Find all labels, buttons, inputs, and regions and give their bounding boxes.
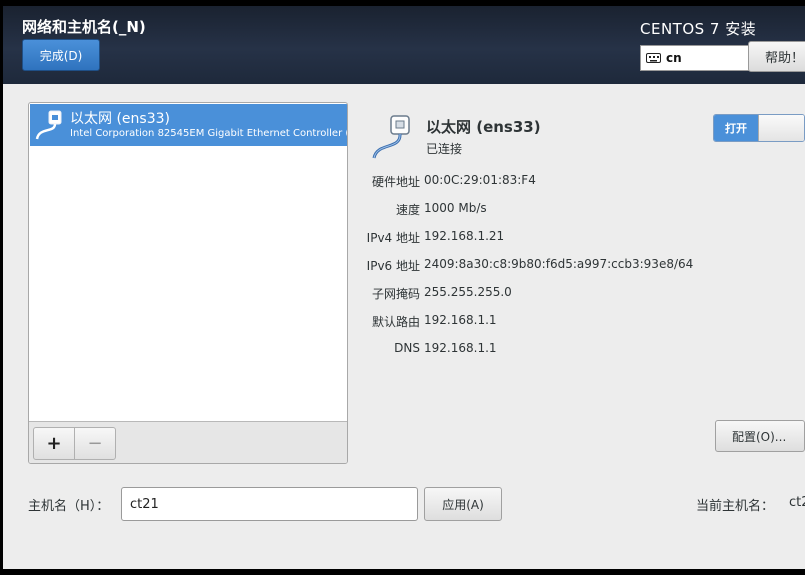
current-hostname-label: 当前主机名： (696, 499, 775, 514)
device-detail-name: 以太网 (ens33) (426, 118, 541, 136)
hostname-label: 主机名（H）： (28, 499, 110, 514)
property-label: IPv6 地址 (366, 259, 420, 273)
add-device-button[interactable]: + (33, 427, 75, 460)
toggle-on-label: 打开 (714, 115, 758, 141)
property-label: 硬件地址 (371, 175, 420, 189)
keyboard-layout-indicator[interactable]: cn (640, 45, 750, 71)
property-value: 1000 Mb/s (424, 201, 487, 215)
hostname-input[interactable] (121, 487, 418, 521)
property-value: 192.168.1.1 (424, 313, 497, 327)
product-title: CENTOS 7 安装 (640, 20, 757, 38)
device-list-toolbar: + − (29, 421, 347, 463)
property-value: 192.168.1.1 (424, 341, 497, 355)
property-value: 192.168.1.21 (424, 229, 505, 243)
remove-device-button[interactable]: − (74, 427, 116, 460)
network-hostname-window: 网络和主机名(_N) 完成(D) CENTOS 7 安装 cn 帮助！ 以太网 … (3, 6, 805, 569)
property-label: 默认路由 (371, 315, 420, 329)
ethernet-cable-icon (35, 109, 65, 146)
property-label: 子网掩码 (371, 287, 420, 301)
device-name: 以太网 (ens33) (70, 111, 170, 127)
property-value: 255.255.255.0 (424, 285, 512, 299)
device-list-item[interactable]: 以太网 (ens33) Intel Corporation 82545EM Gi… (30, 104, 347, 146)
property-label: 速度 (395, 203, 420, 217)
current-hostname-value: ct21 (789, 495, 805, 510)
toggle-knob[interactable] (758, 115, 804, 141)
keyboard-layout-label: cn (666, 51, 682, 65)
connection-toggle[interactable]: 打开 (713, 114, 805, 142)
property-value: 2409:8a30:c8:9b80:f6d5:a997:ccb3:93e8/64 (424, 257, 694, 271)
page-title: 网络和主机名(_N) (22, 18, 146, 36)
property-label: DNS (394, 341, 420, 355)
ethernet-cable-icon (371, 114, 423, 166)
device-list: 以太网 (ens33) Intel Corporation 82545EM Gi… (28, 102, 348, 464)
property-label: IPv4 地址 (366, 231, 420, 245)
done-button[interactable]: 完成(D) (22, 39, 100, 71)
header-bar: 网络和主机名(_N) 完成(D) CENTOS 7 安装 cn 帮助！ (3, 6, 805, 84)
help-button[interactable]: 帮助！ (748, 41, 805, 72)
device-description: Intel Corporation 82545EM Gigabit Ethern… (70, 128, 347, 139)
apply-hostname-button[interactable]: 应用(A) (424, 487, 502, 521)
property-value: 00:0C:29:01:83:F4 (424, 173, 536, 187)
keyboard-icon (646, 53, 661, 63)
connection-status: 已连接 (426, 142, 463, 156)
configure-button[interactable]: 配置(O)... (715, 420, 805, 452)
